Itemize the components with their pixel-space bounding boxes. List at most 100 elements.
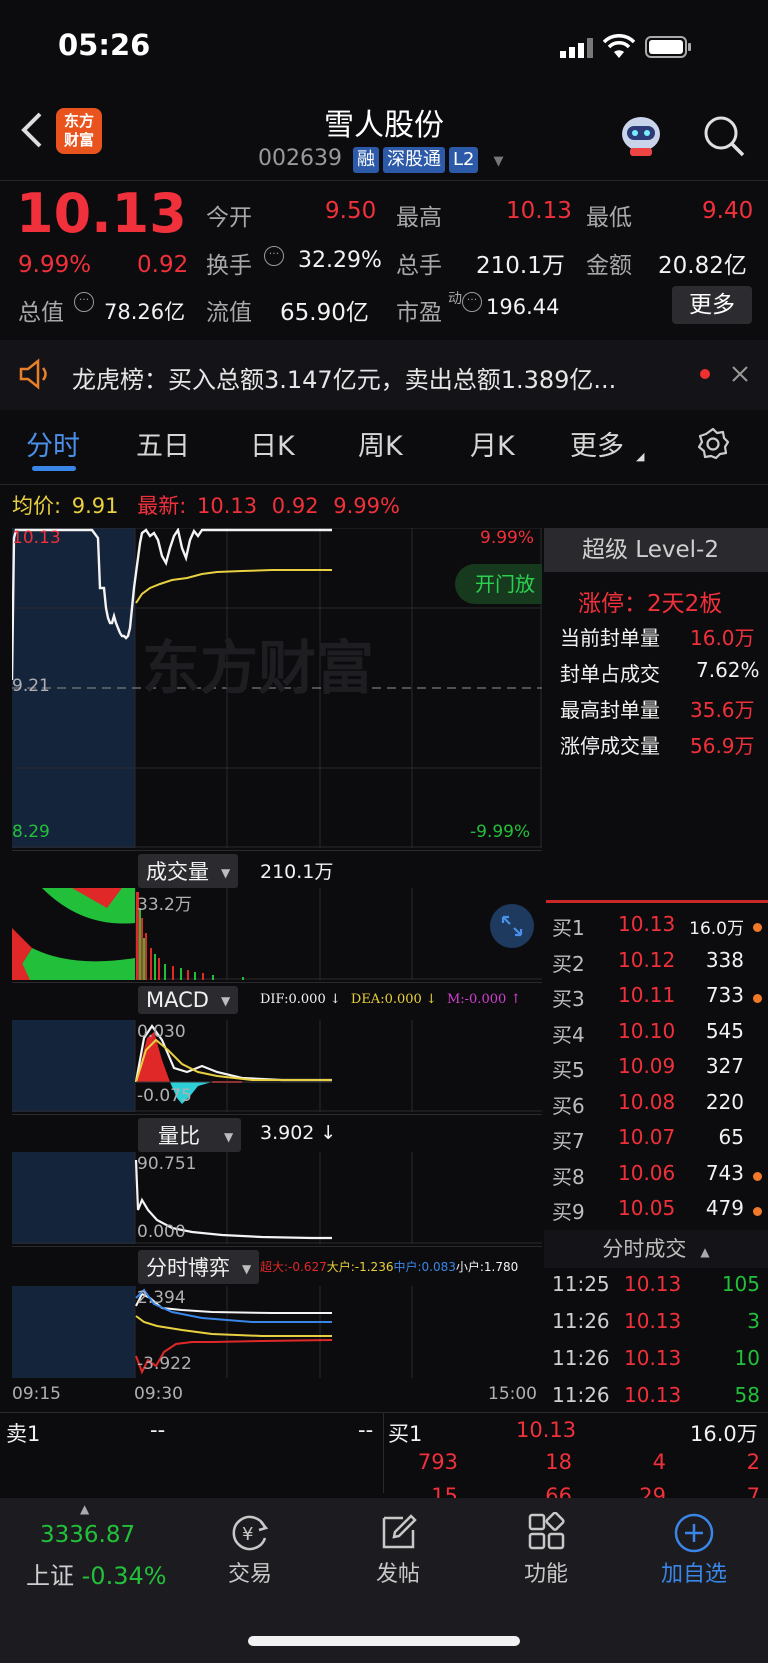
- add-circle-icon[interactable]: [673, 1512, 715, 1554]
- robot-assistant-icon[interactable]: [618, 112, 664, 158]
- trade-row: 11:26 10.13 58: [552, 1383, 768, 1413]
- orderbook-divider: [546, 900, 768, 903]
- orderbook-price: 10.07: [618, 1125, 676, 1149]
- index-row[interactable]: 上证 -0.34%: [26, 1556, 167, 1591]
- macd-indicator-select[interactable]: MACD ▼: [138, 986, 239, 1014]
- time-axis-end: 15:00: [488, 1384, 537, 1404]
- nav-functions[interactable]: 功能: [491, 1556, 601, 1588]
- ratio-indicator-label: 量比: [158, 1124, 200, 1148]
- time-axis-start: 09:15: [12, 1384, 61, 1404]
- trade-volume: 3: [747, 1309, 760, 1333]
- trades-header[interactable]: 分时成交 ▲: [544, 1230, 768, 1268]
- trade-price: 10.13: [624, 1272, 682, 1296]
- tab-five-day[interactable]: 五日: [136, 424, 190, 463]
- triangle-icon: ◢: [636, 450, 645, 463]
- tab-weekly-k[interactable]: 周K: [358, 424, 403, 463]
- bottom-sell1-vol: --: [358, 1418, 374, 1442]
- ratio-axis-top: 90.751: [137, 1154, 197, 1174]
- game-indicator-select[interactable]: 分时博弈 ▼: [138, 1250, 260, 1284]
- gear-icon[interactable]: [696, 427, 730, 461]
- volume-chart: [12, 888, 542, 980]
- stock-detail-screen: 05:26 东方财富 雪人股份 002639 融深股通 L2 ▼ 10.13 9.…: [0, 0, 768, 1663]
- orderbook-volume: 338: [705, 947, 744, 972]
- orderbook-row[interactable]: 买2 10.12 338: [552, 948, 768, 981]
- nav-add-watchlist[interactable]: 加自选: [639, 1556, 749, 1588]
- expand-icon[interactable]: [490, 904, 534, 948]
- game-chart: [12, 1286, 542, 1378]
- macd-m: M:-0.000 ↑: [446, 992, 522, 1007]
- orderbook-level: 买7: [552, 1129, 585, 1153]
- info-icon[interactable]: ···: [264, 246, 284, 266]
- macd-dea: DEA:0.000 ↓: [350, 992, 437, 1007]
- queue-cell: 4: [652, 1450, 666, 1474]
- info-icon[interactable]: ···: [74, 292, 94, 312]
- index-value[interactable]: 3336.87: [40, 1522, 135, 1548]
- time-axis-mid: 09:30: [134, 1384, 183, 1404]
- orderbook-row[interactable]: 买6 10.08 220: [552, 1090, 768, 1123]
- queue-cell: 793: [417, 1450, 458, 1474]
- orderbook-row[interactable]: 买1 10.13 16.0万: [552, 912, 768, 945]
- queue-row: 15 66 29 7: [384, 1484, 768, 1498]
- index-name: 上证: [26, 1562, 74, 1590]
- triangle-up-icon: ▲: [700, 1245, 710, 1259]
- orderbook-volume: 220: [705, 1089, 744, 1114]
- float-label: 流值: [206, 300, 252, 326]
- watermark-text: 东方财富: [142, 634, 374, 702]
- orderbook-level: 买3: [552, 987, 585, 1011]
- trade-time: 11:26: [552, 1309, 610, 1333]
- orderbook-level: 买2: [552, 951, 585, 976]
- orderbook-level: 买5: [552, 1058, 585, 1082]
- grid-icon[interactable]: [527, 1511, 567, 1552]
- bottom-buy1-vol: 16.0万: [690, 1422, 758, 1446]
- orderbook-level: 买6: [552, 1093, 585, 1118]
- low-value: 9.40: [702, 198, 754, 224]
- tab-daily-k[interactable]: 日K: [250, 424, 295, 463]
- orderbook-row[interactable]: 买4 10.10 545: [552, 1019, 768, 1052]
- l2-row-label: 涨停成交量: [560, 734, 660, 758]
- game-mid: 中户:0.083: [393, 1260, 456, 1274]
- l2-row-value: 16.0万: [690, 626, 755, 650]
- tab-monthly-k[interactable]: 月K: [470, 424, 515, 463]
- volume-indicator-select[interactable]: 成交量 ▼: [138, 854, 239, 888]
- open-value: 9.50: [325, 198, 377, 224]
- orderbook-row[interactable]: 买8 10.06 743: [552, 1161, 768, 1194]
- search-icon[interactable]: [702, 114, 746, 158]
- order-dot-icon: [753, 1171, 762, 1181]
- orderbook-price: 10.08: [618, 1089, 676, 1114]
- tab-more[interactable]: 更多: [570, 424, 624, 463]
- nav-trade[interactable]: 交易: [195, 1556, 305, 1588]
- ratio-indicator-select[interactable]: 量比 ▼: [138, 1118, 242, 1152]
- notice-text[interactable]: 龙虎榜：买入总额3.147亿元，卖出总额1.389亿...: [72, 360, 662, 395]
- triangle-down-icon: ▼: [224, 1130, 234, 1144]
- amount-value: 20.82亿: [658, 253, 747, 279]
- edit-icon[interactable]: [379, 1512, 419, 1552]
- orderbook-row[interactable]: 买5 10.09 327: [552, 1054, 768, 1087]
- high-value: 10.13: [506, 198, 572, 224]
- latest-value: 10.13: [196, 494, 258, 518]
- volume-peak: 33.2万: [137, 895, 192, 915]
- turnover-value: 32.29%: [298, 248, 382, 273]
- orderbook-row[interactable]: 买3 10.11 733: [552, 983, 768, 1016]
- orderbook-level: 买1: [552, 916, 585, 940]
- low-label: 最低: [586, 205, 632, 231]
- mktcap-value: 78.26亿: [104, 300, 186, 324]
- stock-code-row[interactable]: 002639 融深股通 L2 ▼: [258, 146, 503, 173]
- macd-chart: [12, 1020, 542, 1112]
- trade-volume: 105: [721, 1272, 760, 1296]
- nav-post[interactable]: 发帖: [343, 1556, 453, 1588]
- l2-row-label: 当前封单量: [560, 626, 660, 650]
- more-button[interactable]: 更多: [672, 286, 752, 324]
- orderbook-level: 买4: [552, 1022, 585, 1047]
- orderbook-level: 买9: [552, 1200, 585, 1224]
- trade-icon[interactable]: ¥: [229, 1512, 271, 1554]
- orderbook-price: 10.05: [618, 1196, 676, 1220]
- close-icon[interactable]: [730, 364, 750, 384]
- triangle-down-icon: ▼: [242, 1262, 252, 1276]
- info-icon[interactable]: ···: [462, 292, 482, 312]
- badge-connect: 深股通: [382, 147, 445, 173]
- open-pill[interactable]: 开门放: [455, 564, 542, 604]
- orderbook-price: 10.12: [618, 947, 676, 972]
- orderbook-row[interactable]: 买7 10.07 65: [552, 1125, 768, 1158]
- orderbook-row[interactable]: 买9 10.05 479: [552, 1196, 768, 1229]
- tab-intraday[interactable]: 分时: [26, 424, 80, 463]
